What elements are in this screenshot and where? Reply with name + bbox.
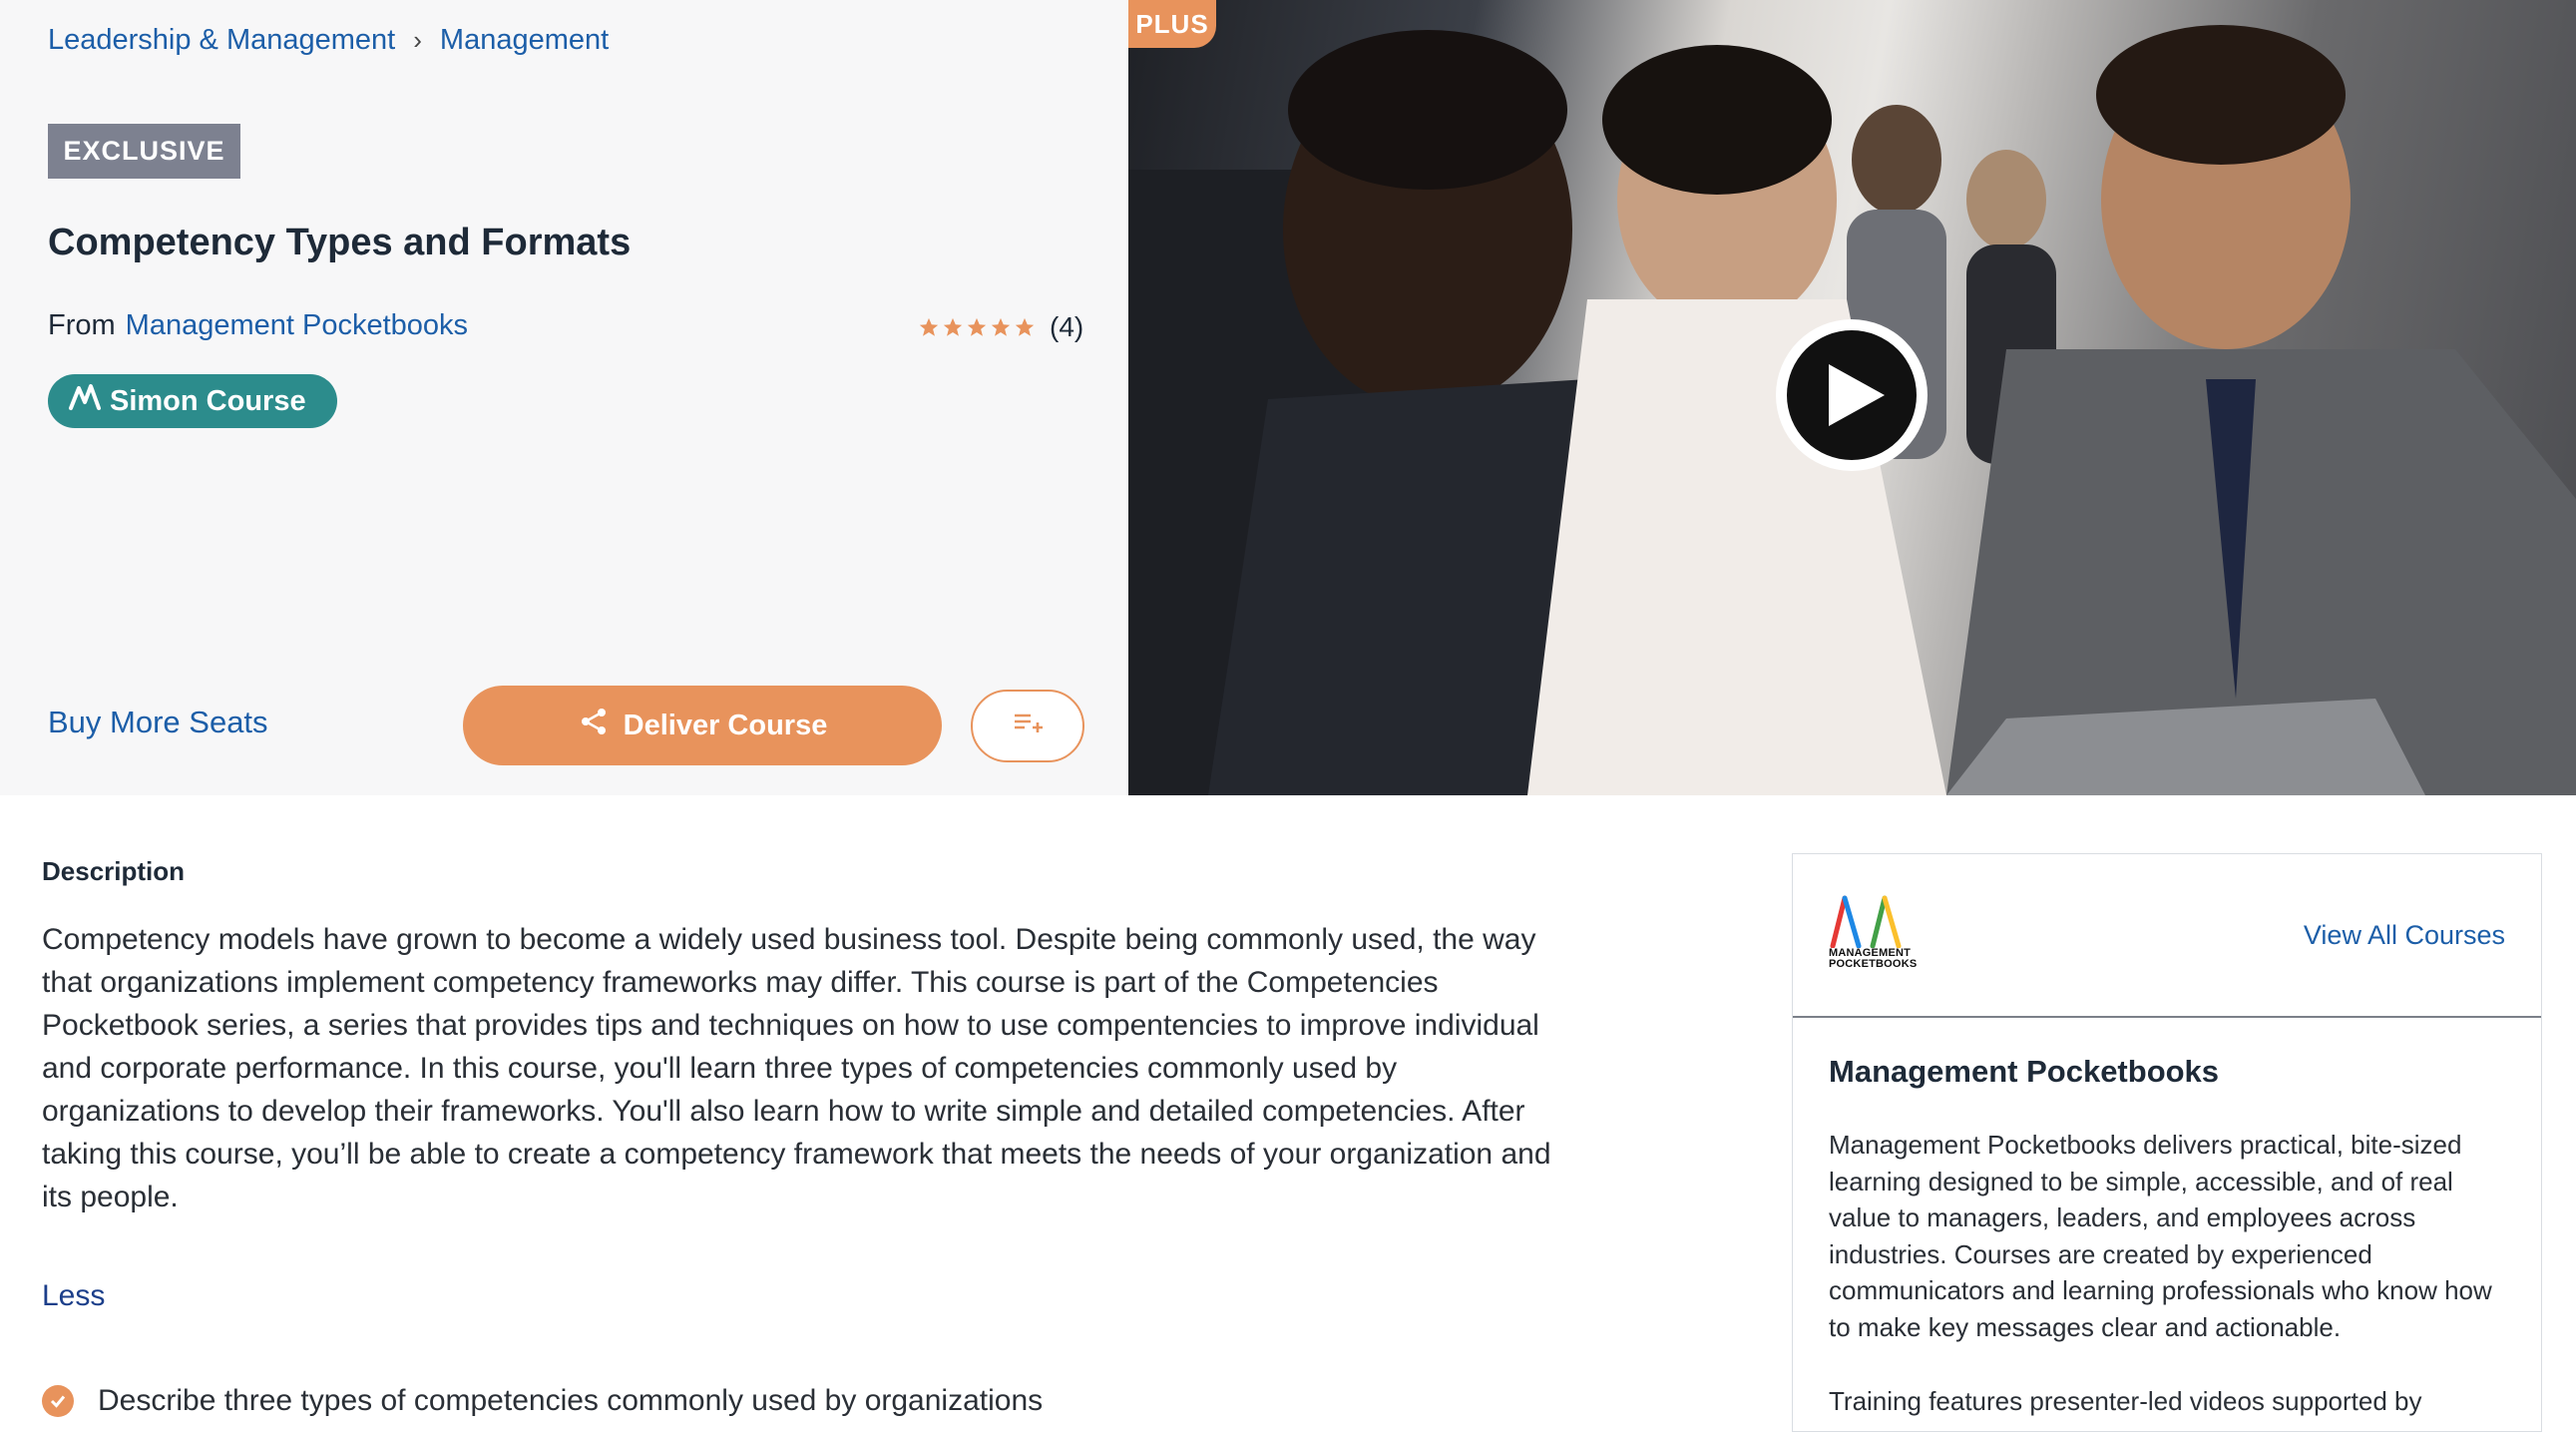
from-label: From [48, 308, 116, 341]
learning-objective-text: Describe three types of competencies com… [98, 1384, 1044, 1417]
simon-course-badge: Simon Course [48, 374, 337, 428]
simon-logo-icon [68, 380, 102, 422]
exclusive-badge: EXCLUSIVE [48, 124, 240, 179]
course-source: From Management Pocketbooks [48, 305, 468, 345]
vendor-description-more: Training features presenter-led videos s… [1829, 1386, 2422, 1416]
star-icon [919, 317, 939, 336]
management-pocketbooks-logo-icon [1830, 895, 1902, 948]
playlist-add-icon [1013, 712, 1043, 740]
course-title: Competency Types and Formats [48, 222, 632, 263]
breadcrumb-item-management[interactable]: Management [440, 24, 609, 57]
course-preview-video[interactable] [1128, 0, 2576, 795]
description-text: Competency models have grown to become a… [42, 923, 1551, 1213]
breadcrumb-item-leadership[interactable]: Leadership & Management [48, 24, 395, 57]
star-icon [943, 317, 963, 336]
course-rating[interactable]: (4) [918, 307, 1083, 347]
vendor-link[interactable]: Management Pocketbooks [126, 309, 468, 342]
deliver-course-button[interactable]: Deliver Course [463, 686, 942, 765]
learning-objective-item: Describe three types of competencies com… [42, 1381, 1043, 1421]
course-info-panel: Leadership & Management › Management EXC… [0, 0, 1128, 795]
view-all-courses-link[interactable]: View All Courses [2304, 920, 2505, 951]
description-heading: Description [42, 856, 186, 886]
vendor-logo-line-2: POCKETBOOKS [1829, 958, 1918, 970]
vendor-logo-text: MANAGEMENT POCKETBOOKS [1829, 948, 1929, 970]
course-hero: Leadership & Management › Management EXC… [0, 0, 2576, 795]
vendor-description: Management Pocketbooks delivers practica… [1829, 1130, 2492, 1342]
vendor-card: MANAGEMENT POCKETBOOKS View All Courses … [1792, 853, 2542, 1432]
rating-count: (4) [1050, 311, 1084, 342]
vendor-name: Management Pocketbooks [1829, 1054, 2220, 1089]
add-to-playlist-button[interactable] [971, 690, 1084, 762]
deliver-course-label: Deliver Course [623, 709, 828, 741]
star-icon [967, 317, 987, 336]
buy-more-seats-link[interactable]: Buy More Seats [48, 705, 268, 740]
rating-stars [918, 316, 1036, 338]
show-less-link[interactable]: Less [42, 1279, 105, 1313]
vendor-logo[interactable]: MANAGEMENT POCKETBOOKS [1829, 892, 1929, 982]
plus-tier-badge: PLUS [1128, 0, 1216, 48]
play-button[interactable] [1776, 319, 1928, 471]
breadcrumb-separator: › [413, 24, 422, 55]
breadcrumb: Leadership & Management › Management [48, 20, 609, 60]
vendor-card-header: MANAGEMENT POCKETBOOKS View All Courses [1793, 854, 2541, 1018]
share-icon [578, 706, 610, 745]
simon-course-label: Simon Course [110, 384, 306, 417]
checkmark-icon [42, 1385, 74, 1417]
star-icon [1015, 317, 1035, 336]
play-icon [1787, 330, 1917, 460]
star-icon [991, 317, 1011, 336]
